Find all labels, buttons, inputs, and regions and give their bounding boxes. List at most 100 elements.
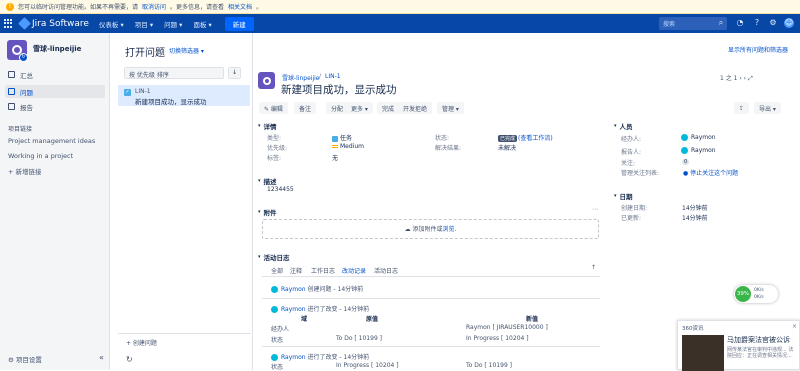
activity-user[interactable]: Raymon	[281, 354, 306, 361]
assign-button[interactable]: 分配	[326, 102, 349, 114]
create-button[interactable]: 新建	[224, 16, 254, 31]
field-label-reporter: 报告人:	[621, 149, 642, 156]
issue-list-item[interactable]: ✓ LIN-1 新建项目成功，显示成功	[118, 85, 250, 106]
fullscreen-icon[interactable]: ⤢	[746, 75, 753, 82]
type-value: 任务	[340, 135, 353, 142]
sort-order-dropdown[interactable]: 按 优先级 排序	[124, 67, 224, 79]
edit-button[interactable]: ✎ 编辑	[259, 102, 288, 114]
collapse-caret-icon: ▾	[258, 123, 261, 129]
issue-key: LIN-1	[135, 88, 151, 95]
activity-title: 活动日志	[263, 254, 290, 262]
change-new: In Progress [ 10204 ]	[466, 335, 529, 342]
refresh-icon[interactable]: ↻	[126, 355, 133, 364]
issues-icon	[8, 88, 15, 95]
comment-button[interactable]: 备注	[294, 102, 317, 114]
notification-icon[interactable]: ◔	[735, 18, 745, 28]
entry-divider	[262, 298, 600, 299]
user-avatar[interactable]: ☺	[784, 18, 794, 28]
breadcrumb-separator: /	[319, 73, 322, 80]
search-icon[interactable]: ⌕	[716, 18, 726, 28]
menu-projects[interactable]: 项目 ▾	[135, 19, 153, 29]
close-icon[interactable]: ×	[792, 323, 797, 330]
project-name[interactable]: 雪球-linpeijie	[33, 44, 81, 54]
sort-activity-icon[interactable]: ↑	[591, 264, 596, 271]
breadcrumb-issue-key[interactable]: LIN-1	[325, 73, 341, 80]
activity-entry: Raymon 进行了改变 - 14分钟前	[271, 352, 369, 361]
done-button[interactable]: 完成	[377, 102, 400, 114]
change-header-new: 新值	[526, 316, 539, 323]
tab-comments[interactable]: 注释	[290, 266, 302, 275]
dev-reject-button[interactable]: 开发拒绝	[398, 102, 433, 114]
app-switcher-icon[interactable]	[4, 18, 14, 29]
description-value[interactable]: 1234455	[267, 186, 294, 193]
pager-text: 1 之 1	[720, 75, 738, 82]
project-link-ideas[interactable]: Project management ideas	[8, 137, 95, 145]
field-value-assignee[interactable]: Raymon	[681, 134, 716, 141]
change-old: To Do [ 10199 ]	[336, 335, 383, 342]
browse-link[interactable]: 浏览.	[443, 226, 457, 233]
collapse-caret-icon: ▾	[614, 193, 617, 199]
show-all-issues-link[interactable]: 显示所有问题和筛选器	[728, 45, 788, 54]
export-button[interactable]: 导出 ▾	[754, 102, 781, 114]
sidebar-item-reports[interactable]: 报告	[5, 100, 105, 113]
project-settings-link[interactable]: ⚙ 项目设置	[8, 354, 42, 364]
collapse-sidebar-icon[interactable]: «	[99, 353, 104, 362]
task-type-icon	[332, 135, 338, 142]
activity-user[interactable]: Raymon	[281, 306, 306, 313]
more-button[interactable]: 更多 ▾	[346, 102, 373, 114]
warning-icon: !	[6, 2, 14, 11]
shortcuts-heading: 项目链接	[8, 126, 33, 133]
details-title: 详情	[263, 123, 277, 131]
docs-link[interactable]: 相关文档	[228, 2, 252, 11]
field-label-updated: 已更新:	[621, 215, 642, 222]
tab-worklog[interactable]: 工作日志	[311, 266, 335, 275]
tab-activity[interactable]: 活动日志	[374, 266, 398, 275]
field-label-labels: 标签:	[267, 155, 282, 162]
view-workflow-link[interactable]: (查看工作流)	[518, 135, 553, 142]
dates-section-header[interactable]: ▾ 日期	[614, 191, 633, 201]
settings-gear-icon[interactable]: ⚙	[768, 18, 778, 28]
tab-all[interactable]: 全部	[271, 266, 283, 275]
details-section-header[interactable]: ▾ 详情	[258, 121, 277, 131]
activity-text: 进行了改变 - 14分钟前	[307, 354, 370, 361]
activity-section-header[interactable]: ▾ 活动日志	[258, 252, 290, 262]
activity-user[interactable]: Raymon	[281, 286, 306, 293]
attachments-section-header[interactable]: ▾ 附件	[258, 207, 277, 217]
field-value-type: 任务	[332, 133, 352, 142]
field-value-reporter[interactable]: Raymon	[681, 147, 716, 154]
stop-watching-link[interactable]: ● 停止关注这个问题	[683, 168, 738, 177]
share-icon[interactable]: ⇪	[734, 102, 750, 114]
field-value-created: 14分钟前	[682, 205, 708, 212]
create-issue-link[interactable]: + 创建问题	[126, 338, 157, 347]
activity-entry: Raymon 创建问题 - 14分钟前	[271, 284, 363, 293]
admin-button[interactable]: 管理 ▾	[437, 102, 464, 114]
issue-title[interactable]: 新建项目成功，显示成功	[281, 82, 397, 97]
menu-dashboards[interactable]: 仪表板 ▾	[99, 19, 124, 29]
breadcrumb-project[interactable]: 雪球-linpeijie	[282, 73, 320, 82]
collapse-caret-icon: ▾	[614, 123, 617, 129]
news-popup[interactable]: 360资讯 × 马加爵案法官被公诉 网传某法官在审判中违规... 法院回应：正在…	[677, 320, 800, 371]
sort-direction-button[interactable]: ↓	[228, 67, 241, 79]
help-icon[interactable]: ?	[752, 18, 762, 28]
banner-text-3: 。	[256, 4, 263, 11]
status-badge: 已完成	[498, 135, 518, 142]
attachment-dropzone[interactable]: ☁ 添加附件或浏览.	[262, 219, 599, 239]
field-value-priority: Medium	[332, 143, 364, 150]
settings-gear-icon: ⚙	[8, 356, 16, 364]
sidebar-item-summary[interactable]: 汇总	[5, 68, 105, 81]
menu-issues[interactable]: 问题 ▾	[164, 19, 182, 29]
description-section-header[interactable]: ▾ 描述	[258, 176, 277, 186]
sidebar-item-issues[interactable]: 问题	[5, 85, 105, 98]
add-shortcut-link[interactable]: + 新增链接	[8, 166, 42, 176]
people-section-header[interactable]: ▾ 人员	[614, 121, 633, 131]
network-speed-widget[interactable]: 39% 0K/s 0K/s	[734, 285, 778, 303]
watchers-count[interactable]: 0	[682, 158, 690, 165]
field-label-assignee: 经办人:	[621, 136, 642, 143]
menu-boards[interactable]: 面板 ▾	[193, 19, 211, 29]
switch-filter-dropdown[interactable]: 切换筛选器 ▾	[169, 46, 204, 55]
cancel-access-link[interactable]: 取消访问	[142, 2, 166, 11]
project-link-working[interactable]: Working in a project	[8, 152, 73, 160]
field-value-labels: 无	[332, 155, 339, 162]
jira-logo[interactable]: Jira Software	[18, 17, 89, 30]
attachment-options-icon[interactable]: ⋯	[592, 206, 598, 213]
